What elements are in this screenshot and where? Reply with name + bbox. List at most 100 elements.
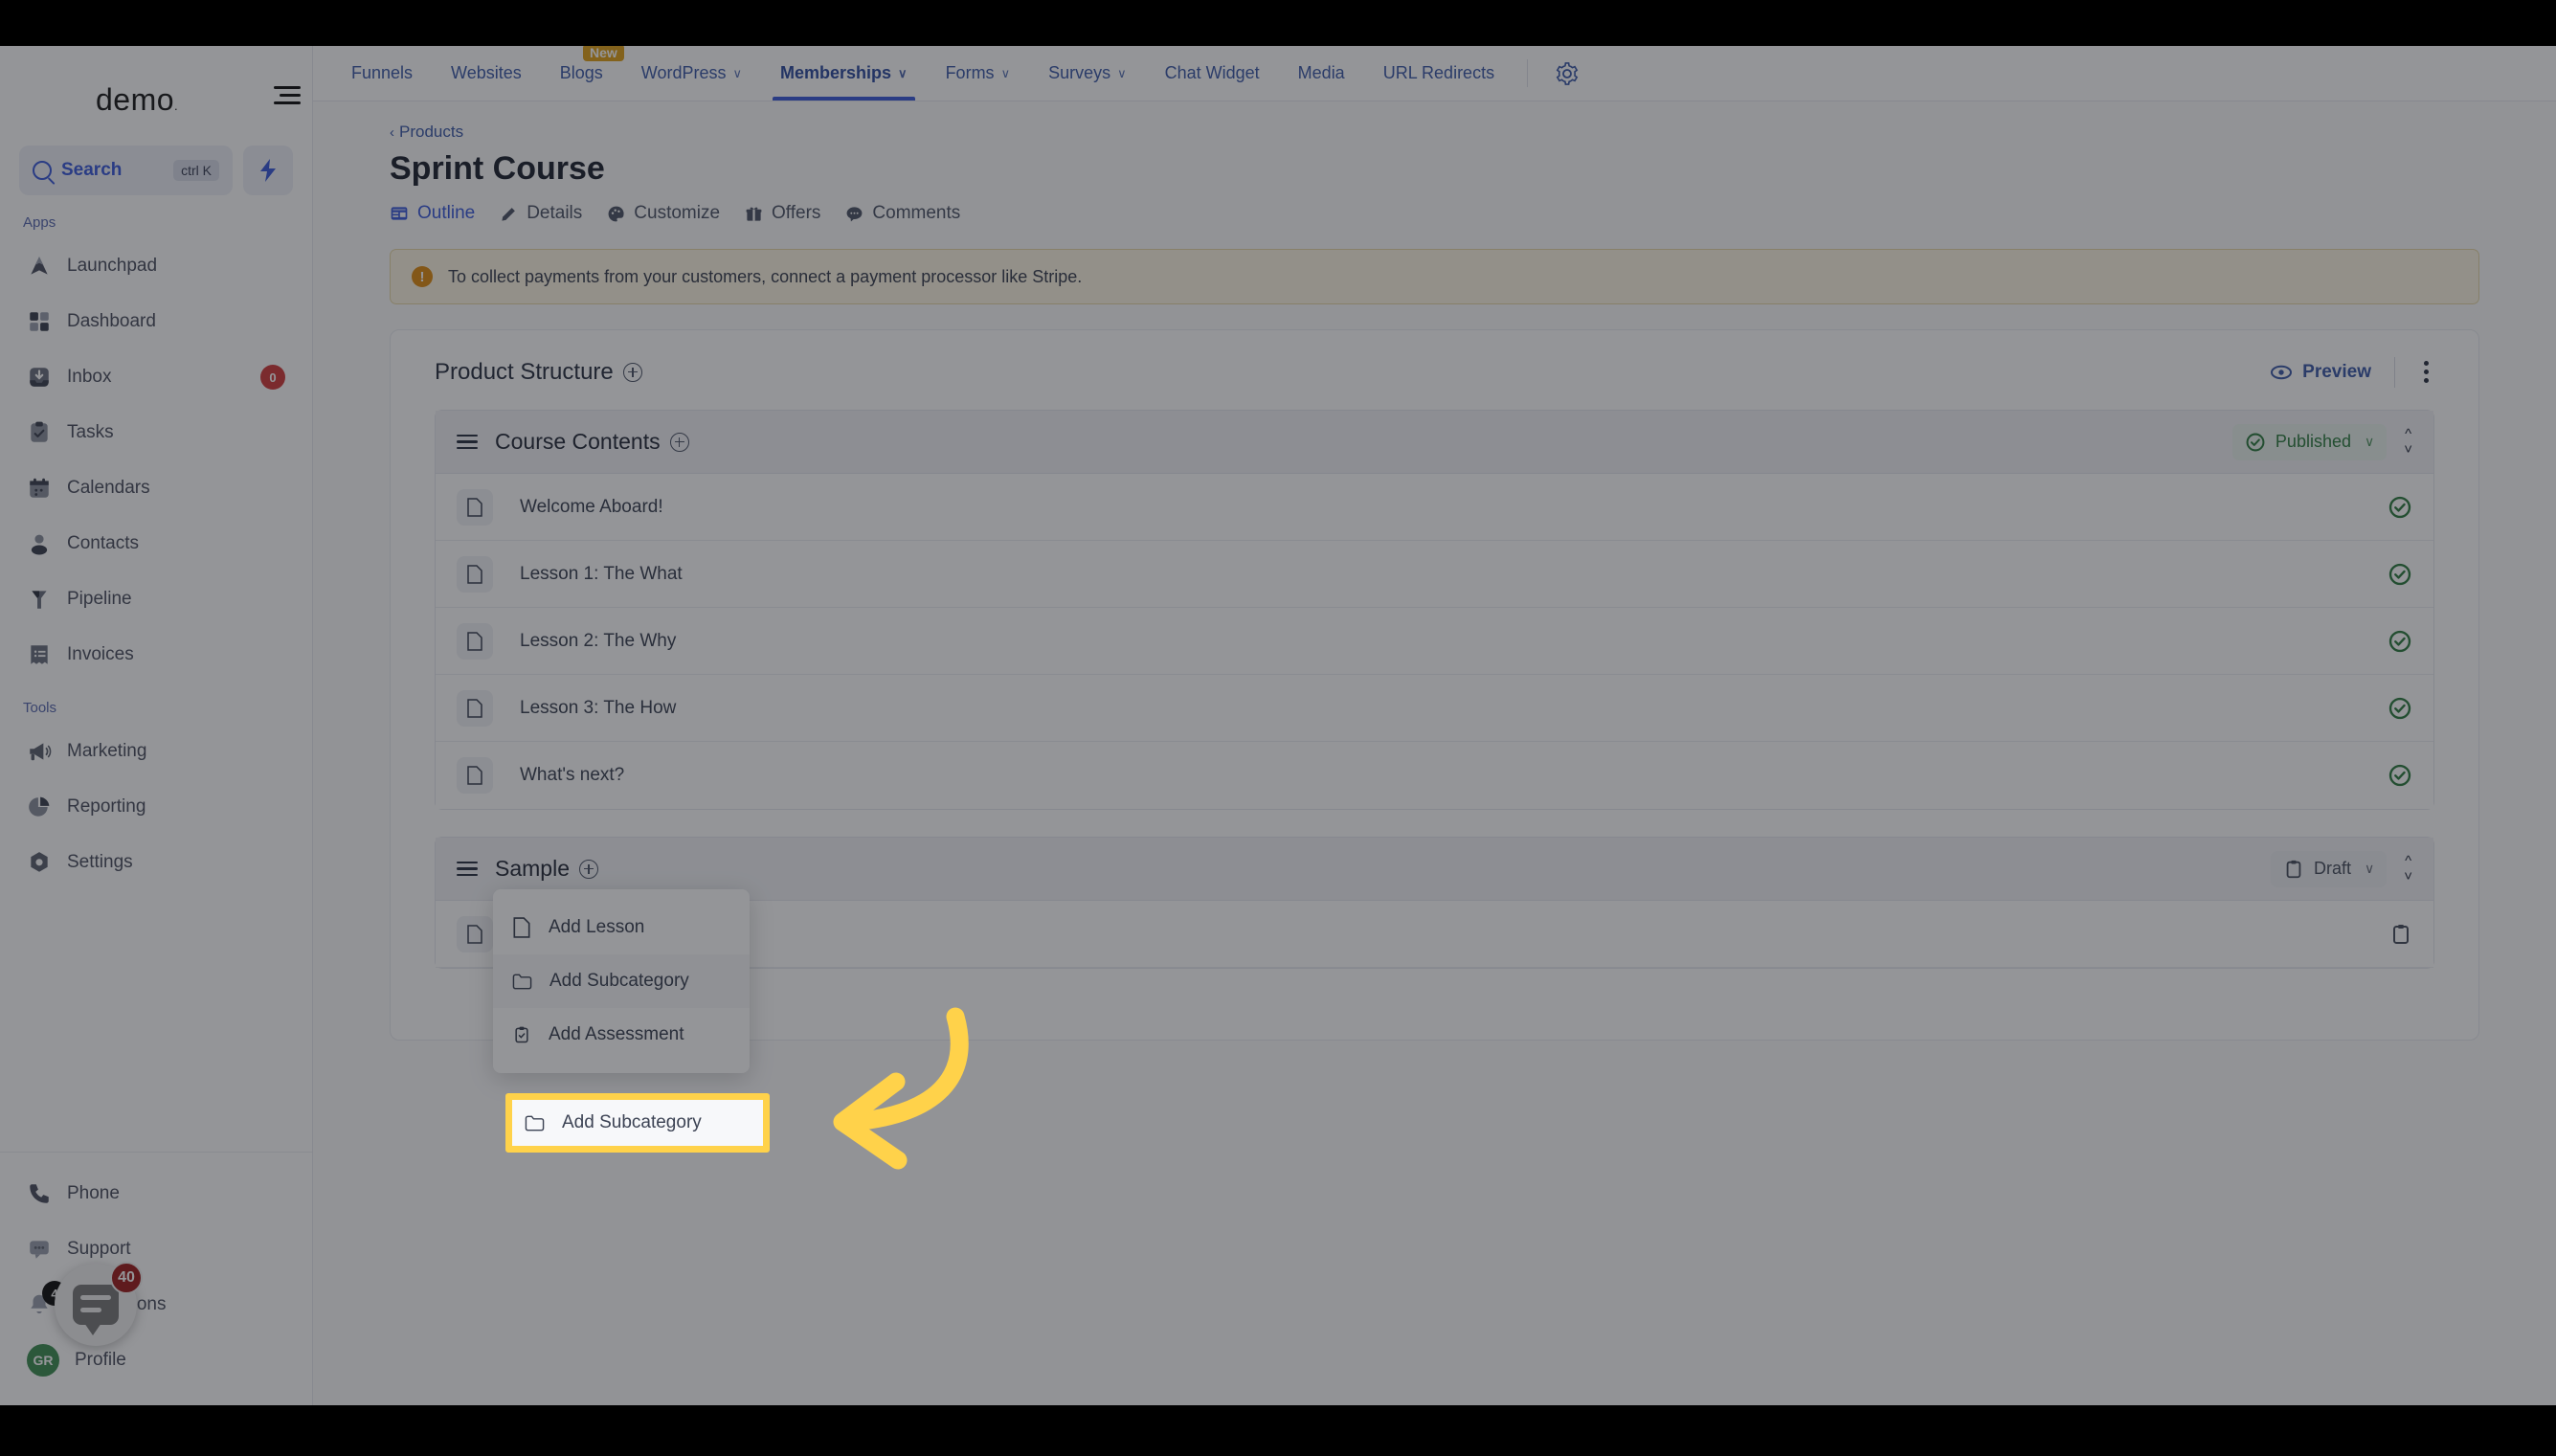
sidebar-item-settings[interactable]: Settings xyxy=(13,835,299,890)
search-input[interactable]: Search ctrl K xyxy=(19,146,233,195)
plus-circle-icon[interactable] xyxy=(578,859,598,879)
row-title: What's next? xyxy=(520,765,625,785)
nav-item-blogs[interactable]: Blogs New xyxy=(541,46,624,101)
tab-details[interactable]: Details xyxy=(500,203,582,228)
sort-updown-icon[interactable]: ^ ˅ xyxy=(2404,427,2412,456)
drag-handle-icon[interactable] xyxy=(457,861,478,877)
more-vertical-icon[interactable] xyxy=(2418,355,2434,389)
sidebar-item-calendars[interactable]: Calendars xyxy=(13,460,299,516)
brand-logo-text: demo xyxy=(96,82,175,117)
breadcrumb[interactable]: ‹ Products xyxy=(390,123,463,142)
section-header: Course Contents Published ∨ ^ ˅ xyxy=(436,411,2433,474)
nav-item-media[interactable]: Media xyxy=(1279,46,1364,101)
sidebar-item-dashboard[interactable]: Dashboard xyxy=(13,294,299,349)
status-badge-published[interactable]: Published ∨ xyxy=(2231,423,2388,460)
nav-label: Memberships xyxy=(780,63,892,82)
row-title: Welcome Aboard! xyxy=(520,496,663,517)
nav-item-websites[interactable]: Websites xyxy=(432,46,541,101)
status-badge-draft[interactable]: Draft ∨ xyxy=(2270,850,2388,887)
quick-actions-button[interactable] xyxy=(243,146,293,195)
sidebar-item-label: Reporting xyxy=(67,796,146,817)
sidebar-item-label: Marketing xyxy=(67,741,147,761)
nav-item-chat-widget[interactable]: Chat Widget xyxy=(1146,46,1279,101)
tab-label: Comments xyxy=(872,203,961,223)
sidebar-item-inbox[interactable]: Inbox 0 xyxy=(13,349,299,405)
tab-outline[interactable]: Outline xyxy=(390,203,475,228)
table-row[interactable]: Lesson 2: The Why xyxy=(436,608,2433,675)
sort-updown-icon[interactable]: ^ ˅ xyxy=(2404,854,2412,883)
sidebar-item-marketing[interactable]: Marketing xyxy=(13,724,299,779)
page-title: Sprint Course xyxy=(390,150,605,187)
document-icon xyxy=(457,555,493,593)
nav-item-memberships[interactable]: Memberships ∨ xyxy=(761,46,927,101)
sidebar-item-reporting[interactable]: Reporting xyxy=(13,779,299,835)
nav-label: WordPress xyxy=(640,63,727,82)
plus-circle-icon[interactable] xyxy=(622,362,642,382)
invoices-icon xyxy=(31,645,48,664)
nav-item-wordpress[interactable]: WordPress ∨ xyxy=(622,46,761,101)
table-row[interactable]: Lesson 1: The What xyxy=(436,541,2433,608)
chevron-down-icon: ∨ xyxy=(2364,861,2375,876)
sidebar-search-row: Search ctrl K xyxy=(0,146,312,195)
add-content-menu: Add Lesson Add Subcategory Add Assessmen… xyxy=(493,889,750,1073)
banner-text: To collect payments from your customers,… xyxy=(448,266,1083,286)
sidebar-item-profile[interactable]: GR Profile xyxy=(13,1333,299,1388)
divider xyxy=(2394,356,2395,388)
search-icon xyxy=(33,161,52,180)
nav-item-surveys[interactable]: Surveys ∨ xyxy=(1029,46,1146,101)
check-circle-icon xyxy=(2388,764,2411,787)
chat-launcher-button[interactable]: 40 xyxy=(55,1262,143,1346)
menu-item-add-lesson[interactable]: Add Lesson xyxy=(493,901,750,954)
sidebar-item-label: Launchpad xyxy=(67,256,158,276)
nav-settings-button[interactable] xyxy=(1541,46,1593,101)
row-status xyxy=(2388,629,2412,654)
sidebar-collapse-icon[interactable] xyxy=(272,82,303,109)
plus-circle-icon[interactable] xyxy=(669,432,689,452)
preview-button[interactable]: Preview xyxy=(2270,361,2371,384)
sidebar-item-invoices[interactable]: Invoices xyxy=(13,627,299,683)
nav-label: Websites xyxy=(451,63,522,82)
sidebar-item-support[interactable]: Support xyxy=(13,1221,299,1277)
sidebar-item-phone[interactable]: Phone xyxy=(13,1166,299,1221)
table-row[interactable]: Lesson 3: The How xyxy=(436,675,2433,742)
sidebar-item-launchpad[interactable]: Launchpad xyxy=(13,238,299,294)
sidebar-item-tasks[interactable]: Tasks xyxy=(13,405,299,460)
status-label: Published xyxy=(2275,432,2351,451)
sidebar-item-label: Phone xyxy=(67,1183,120,1203)
tab-offers[interactable]: Offers xyxy=(745,203,820,228)
menu-item-add-assessment[interactable]: Add Assessment xyxy=(493,1008,750,1062)
brand-logo-dot: . xyxy=(174,99,179,113)
tab-customize[interactable]: Customize xyxy=(607,203,720,228)
nav-item-url-redirects[interactable]: URL Redirects xyxy=(1364,46,1513,101)
clipboard-icon xyxy=(2286,860,2301,878)
product-structure-actions: Preview xyxy=(2270,355,2434,389)
tab-comments[interactable]: Comments xyxy=(845,203,960,228)
tasks-icon xyxy=(31,421,48,442)
row-status xyxy=(2388,562,2412,587)
sidebar-item-label: Support xyxy=(67,1239,131,1259)
product-structure-title: Product Structure xyxy=(435,358,614,385)
brand-logo[interactable]: demo. xyxy=(96,82,178,118)
sidebar-group-label-tools: Tools xyxy=(23,700,57,716)
nav-item-forms[interactable]: Forms ∨ xyxy=(927,46,1030,101)
sidebar-item-label: Inbox xyxy=(67,367,112,387)
table-row[interactable]: Welcome Aboard! xyxy=(436,474,2433,541)
search-placeholder: Search xyxy=(61,160,123,180)
nav-label: Funnels xyxy=(351,63,414,82)
sidebar-item-label: Profile xyxy=(75,1350,126,1370)
status-label: Draft xyxy=(2313,859,2351,878)
document-icon xyxy=(457,488,493,526)
section-header-actions: Published ∨ ^ ˅ xyxy=(2231,423,2412,460)
nav-item-funnels[interactable]: Funnels xyxy=(332,46,432,101)
drag-handle-icon[interactable] xyxy=(457,434,478,450)
calendar-icon xyxy=(30,478,49,498)
sidebar-item-pipeline[interactable]: Pipeline xyxy=(13,571,299,627)
menu-item-add-subcategory[interactable]: Add Subcategory xyxy=(493,954,750,1008)
nav-label: Chat Widget xyxy=(1164,63,1260,82)
table-row[interactable]: What's next? xyxy=(436,742,2433,809)
inbox-icon xyxy=(30,368,49,387)
new-badge: New xyxy=(582,46,624,61)
chevron-down-icon: ∨ xyxy=(1000,65,1011,80)
sidebar-item-contacts[interactable]: Contacts xyxy=(13,516,299,571)
inbox-badge: 0 xyxy=(260,365,285,390)
